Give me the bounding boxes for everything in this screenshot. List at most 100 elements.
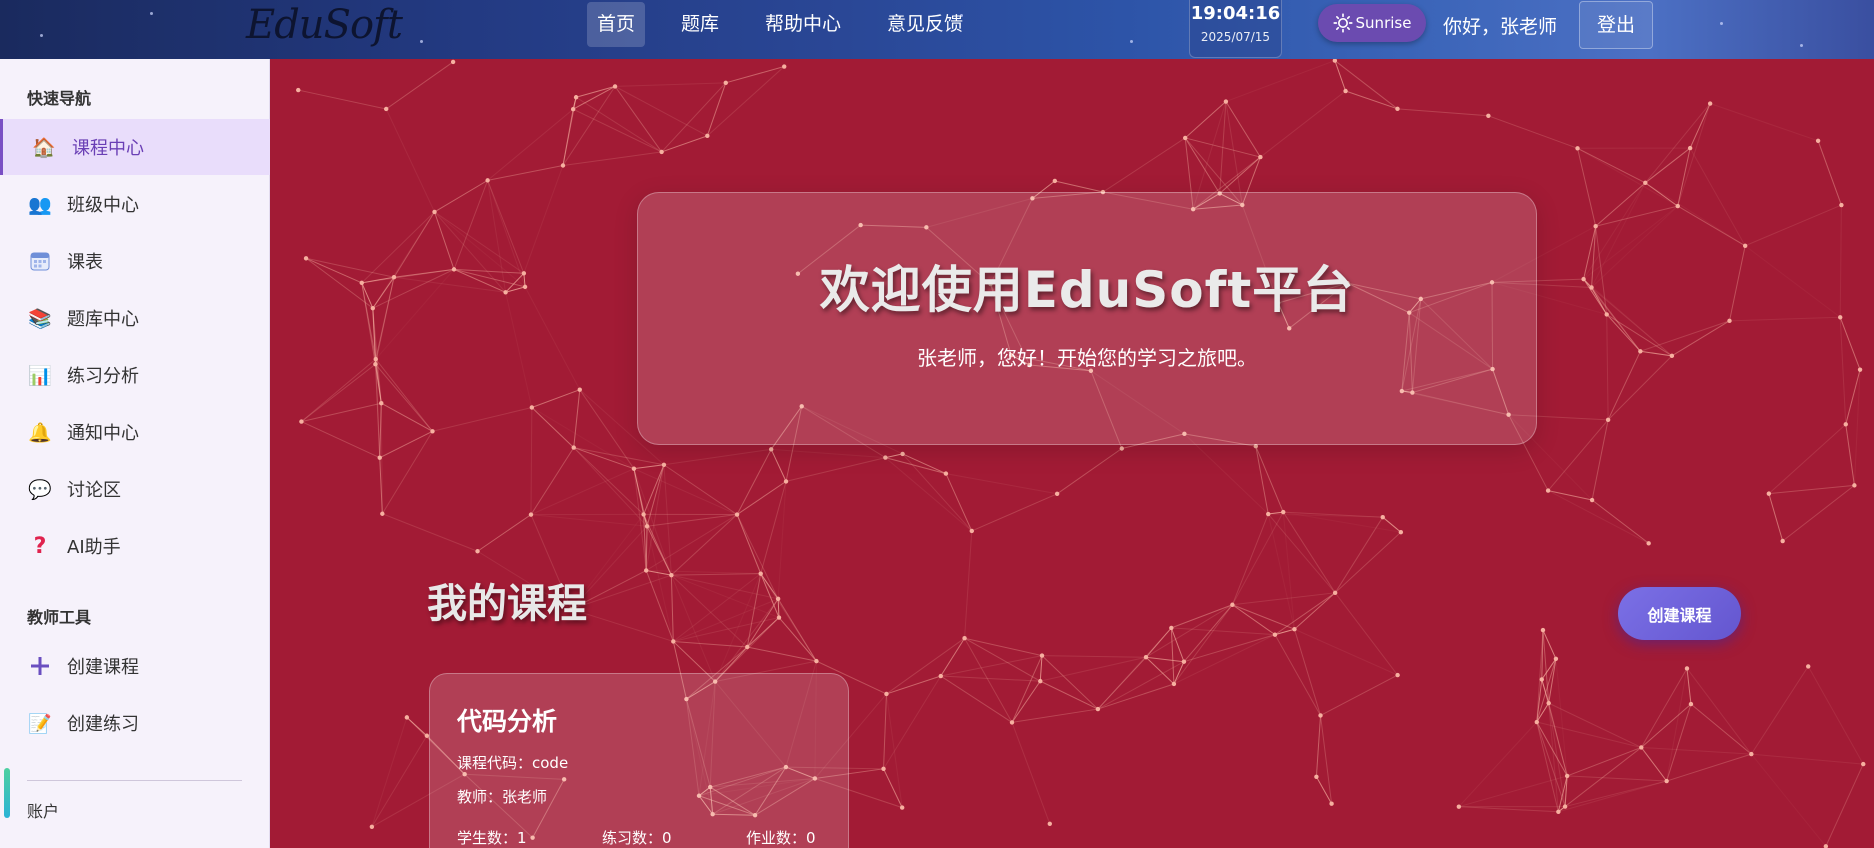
nav-help-center[interactable]: 帮助中心 <box>755 2 851 47</box>
network-line <box>1054 180 1104 193</box>
network-line <box>453 180 489 270</box>
network-line <box>964 637 1013 723</box>
nav-home[interactable]: 首页 <box>587 2 646 47</box>
network-line <box>531 389 580 408</box>
network-line <box>1232 604 1295 630</box>
course-card[interactable]: 代码分析 课程代码：code 教师：张老师 学生数：1 练习数：0 作业数：0 <box>429 673 849 848</box>
network-node <box>1143 655 1149 660</box>
network-line <box>1320 674 1398 716</box>
account-title: 账户 <box>27 802 60 821</box>
network-node <box>1540 627 1546 633</box>
network-node <box>1545 488 1551 493</box>
create-course-button[interactable]: 创建课程 <box>1618 587 1741 640</box>
sidebar-item-practice-analysis[interactable]: 📊 练习分析 <box>0 347 269 403</box>
network-node <box>1119 446 1125 451</box>
sidebar-item-create-course[interactable]: 创建课程 <box>0 638 269 694</box>
network-line <box>523 165 564 274</box>
network-line <box>375 358 433 432</box>
network-node <box>1456 804 1462 809</box>
quick-nav-title: 快速导航 <box>27 89 92 108</box>
sidebar-item-label: 题库中心 <box>67 309 139 330</box>
network-node <box>1687 145 1693 151</box>
sidebar-item-discussion[interactable]: 💬 讨论区 <box>0 461 269 517</box>
sidebar-item-schedule[interactable]: 课表 <box>0 233 269 289</box>
books-icon: 📚 <box>28 307 52 330</box>
network-line <box>940 675 1041 682</box>
clock-date: 2025/07/15 <box>1200 30 1271 44</box>
network-node <box>969 528 974 534</box>
sidebar-item-notifications[interactable]: 🔔 通知中心 <box>0 404 269 460</box>
network-line <box>385 108 435 213</box>
network-line <box>1183 604 1233 663</box>
sidebar-item-label: 讨论区 <box>67 480 121 501</box>
network-node <box>1727 318 1732 324</box>
app-logo[interactable]: EduSoft <box>246 2 403 48</box>
network-line <box>1577 147 1678 207</box>
welcome-title: 欢迎使用EduSoft平台 <box>819 261 1355 319</box>
network-line <box>1184 101 1227 139</box>
network-node <box>1181 659 1187 664</box>
course-student-count: 学生数：1 <box>457 829 527 847</box>
nav-feedback[interactable]: 意见反馈 <box>877 2 973 47</box>
network-node <box>745 644 750 650</box>
network-node <box>296 87 301 93</box>
network-line <box>1282 512 1295 630</box>
network-line <box>777 481 787 599</box>
network-line <box>1255 446 1284 513</box>
sun-icon <box>1332 13 1353 33</box>
network-node <box>1546 700 1551 706</box>
welcome-card: 欢迎使用EduSoft平台 张老师，您好！开始您的学习之旅吧。 <box>637 192 1537 445</box>
network-node <box>1039 653 1045 658</box>
network-node <box>1839 202 1844 208</box>
sidebar-item-question-bank[interactable]: 📚 题库中心 <box>0 290 269 346</box>
network-line <box>1640 320 1730 352</box>
sidebar-item-class-center[interactable]: 👥 班级中心 <box>0 176 269 232</box>
scroll-indicator[interactable] <box>4 768 10 818</box>
sidebar-item-label: 练习分析 <box>67 366 139 387</box>
calendar-icon <box>28 249 52 273</box>
theme-toggle-button[interactable]: Sunrise <box>1318 4 1426 42</box>
network-line <box>1173 604 1233 685</box>
network-line <box>1768 423 1847 495</box>
network-line <box>298 89 387 110</box>
network-line <box>1231 513 1269 605</box>
network-line <box>1839 317 1847 425</box>
sidebar-item-ai-assistant[interactable]: ? AI助手 <box>0 518 269 574</box>
network-line <box>661 82 727 153</box>
network-line <box>886 675 941 695</box>
sidebar-item-label: AI助手 <box>67 537 121 558</box>
network-line <box>487 165 564 181</box>
network-line <box>671 574 779 600</box>
main-content: 欢迎使用EduSoft平台 张老师，您好！开始您的学习之旅吧。 我的课程 创建课… <box>270 59 1874 848</box>
network-node <box>1009 720 1015 725</box>
network-line <box>1641 746 1752 755</box>
network-line <box>1686 668 1752 755</box>
sidebar-item-create-exercise[interactable]: 📝 创建练习 <box>0 695 269 751</box>
network-line <box>1536 721 1559 812</box>
network-line <box>381 402 433 432</box>
logout-button[interactable]: 登出 <box>1579 1 1653 49</box>
network-line <box>760 481 787 574</box>
network-node <box>1169 625 1174 631</box>
house-icon: 🏠 <box>32 136 56 159</box>
network-node <box>1395 672 1400 678</box>
network-node <box>1742 243 1748 248</box>
network-line <box>1173 634 1276 685</box>
network-node <box>1593 224 1598 229</box>
network-line <box>1547 490 1649 544</box>
network-line <box>1225 60 1336 103</box>
speech-bubble-icon: 💬 <box>28 478 52 501</box>
network-line <box>1548 490 1593 501</box>
network-node <box>1749 751 1754 757</box>
network-node <box>938 673 943 679</box>
clock-time: 19:04:16 <box>1190 3 1281 24</box>
network-line <box>736 449 772 515</box>
sidebar-item-course-center[interactable]: 🏠 课程中心 <box>0 119 272 175</box>
network-line <box>1294 592 1336 630</box>
sidebar-item-label: 课程中心 <box>72 138 144 159</box>
network-node <box>1329 801 1334 806</box>
network-node <box>1230 602 1235 607</box>
nav-question-bank[interactable]: 题库 <box>671 2 729 47</box>
network-node <box>432 209 437 215</box>
network-line <box>1548 658 1557 704</box>
